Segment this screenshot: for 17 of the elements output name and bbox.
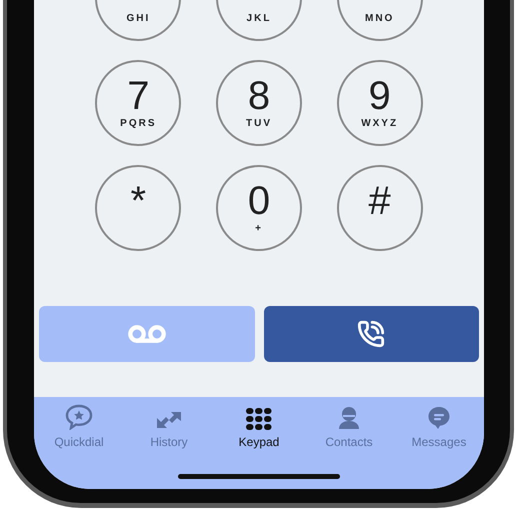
- keypad-key[interactable]: 9 WXYZ: [336, 60, 423, 146]
- keypad-key[interactable]: 7 PQRS: [95, 60, 182, 146]
- message-bubble-icon: [427, 406, 451, 430]
- star-bubble-icon: [65, 404, 93, 430]
- keypad-icon: [246, 408, 272, 430]
- keypad-key[interactable]: MNO: [336, 0, 423, 41]
- keypad-key[interactable]: 0 +: [216, 165, 302, 251]
- tab[interactable]: Keypad: [214, 403, 304, 451]
- arrows-icon: [155, 410, 183, 430]
- call-button[interactable]: [264, 306, 479, 362]
- phone-icon: [357, 320, 386, 348]
- keypad-key[interactable]: *: [95, 165, 182, 251]
- keypad-key[interactable]: 8 TUV: [216, 60, 302, 146]
- keypad-key[interactable]: GHI: [95, 0, 182, 41]
- keypad-key[interactable]: #: [336, 165, 423, 251]
- person-icon: [338, 406, 360, 430]
- keypad-key[interactable]: JKL: [216, 0, 302, 41]
